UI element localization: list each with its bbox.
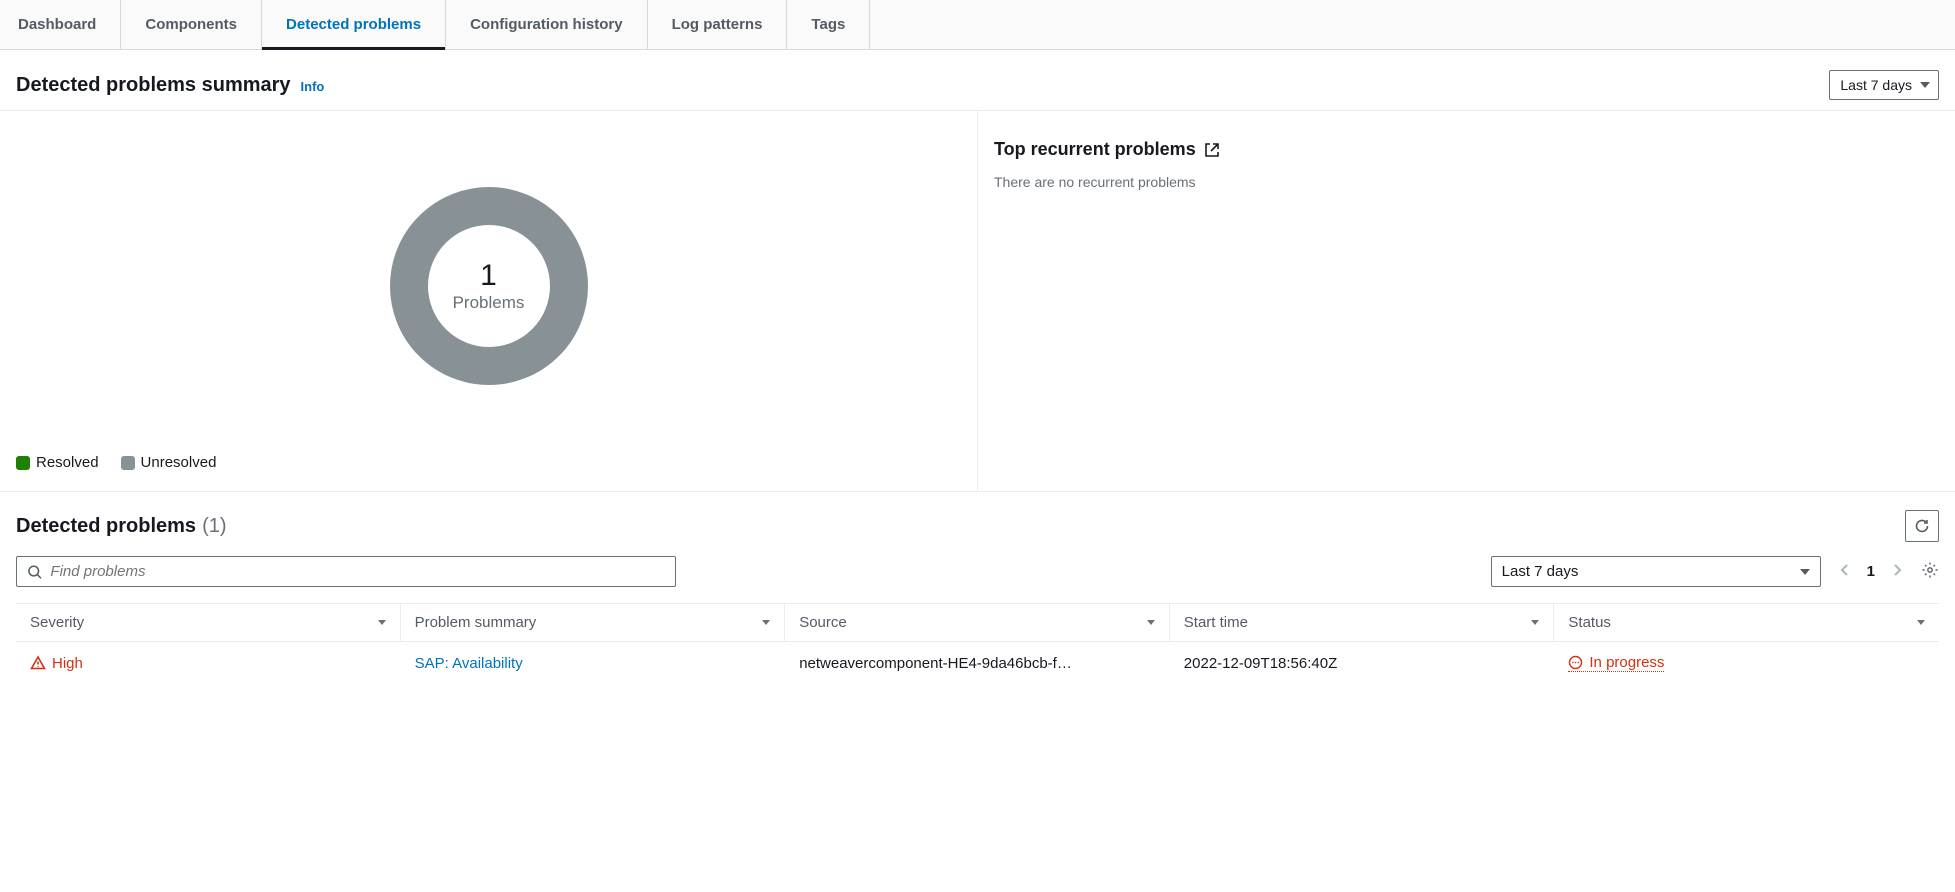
problem-summary-link[interactable]: SAP: Availability [415, 655, 523, 672]
external-link-icon[interactable] [1204, 142, 1220, 158]
search-icon [27, 564, 42, 580]
sort-icon [1531, 620, 1539, 625]
tab-log-patterns[interactable]: Log patterns [648, 0, 788, 49]
sort-icon [378, 620, 386, 625]
swatch-unresolved-icon [121, 456, 135, 470]
find-problems-input-wrap[interactable] [16, 556, 676, 587]
in-progress-icon [1568, 655, 1583, 670]
cell-severity: High [16, 643, 401, 684]
donut-count: 1 [453, 259, 525, 293]
page-number: 1 [1867, 563, 1875, 580]
tab-dashboard[interactable]: Dashboard [0, 0, 121, 49]
tab-components[interactable]: Components [121, 0, 262, 49]
problems-section: Detected problems (1) Last 7 days [0, 491, 1955, 684]
problems-table: Severity Problem summary Source Start ti… [16, 603, 1939, 684]
legend-resolved[interactable]: Resolved [16, 454, 99, 471]
donut-panel: 1 Problems Resolved Unresolved [0, 111, 977, 491]
sort-icon [1147, 620, 1155, 625]
pagination: 1 [1835, 559, 1907, 584]
problems-title: Detected problems (1) [16, 515, 227, 538]
summary-header: Detected problems summary Info Last 7 da… [0, 50, 1955, 111]
col-status[interactable]: Status [1554, 604, 1939, 641]
summary-time-range-select[interactable]: Last 7 days [1829, 70, 1939, 100]
sort-icon [1917, 620, 1925, 625]
page-next-button[interactable] [1887, 559, 1907, 584]
sort-icon [762, 620, 770, 625]
tab-tags[interactable]: Tags [787, 0, 870, 49]
legend-unresolved[interactable]: Unresolved [121, 454, 217, 471]
summary-body: 1 Problems Resolved Unresolved Top recur… [0, 111, 1955, 491]
table-row[interactable]: High SAP: Availability netweavercomponen… [16, 642, 1939, 684]
recurrent-panel: Top recurrent problems There are no recu… [977, 111, 1955, 491]
refresh-icon [1914, 518, 1930, 534]
col-severity[interactable]: Severity [16, 604, 401, 641]
swatch-resolved-icon [16, 456, 30, 470]
caret-down-icon [1800, 569, 1810, 575]
cell-start-time: 2022-12-09T18:56:40Z [1170, 643, 1555, 684]
table-settings-button[interactable] [1921, 561, 1939, 582]
col-summary[interactable]: Problem summary [401, 604, 786, 641]
problems-count: (1) [202, 515, 226, 538]
col-start-time[interactable]: Start time [1170, 604, 1555, 641]
chevron-right-icon [1891, 563, 1903, 577]
tab-bar: Dashboard Components Detected problems C… [0, 0, 1955, 50]
donut-legend: Resolved Unresolved [16, 454, 961, 471]
col-source[interactable]: Source [785, 604, 1170, 641]
recurrent-empty-text: There are no recurrent problems [994, 174, 1939, 190]
summary-title: Detected problems summary [16, 74, 291, 97]
recurrent-title: Top recurrent problems [994, 139, 1939, 160]
cell-source: netweavercomponent-HE4-9da46bcb-f… [785, 643, 1170, 684]
tab-configuration-history[interactable]: Configuration history [446, 0, 648, 49]
chevron-left-icon [1839, 563, 1851, 577]
warning-triangle-icon [30, 655, 46, 671]
refresh-button[interactable] [1905, 510, 1939, 542]
find-problems-input[interactable] [50, 563, 665, 580]
page-prev-button[interactable] [1835, 559, 1855, 584]
table-header-row: Severity Problem summary Source Start ti… [16, 603, 1939, 642]
cell-summary: SAP: Availability [401, 643, 786, 684]
donut-label: Problems [453, 293, 525, 313]
gear-icon [1921, 561, 1939, 579]
info-link[interactable]: Info [301, 79, 325, 94]
problems-time-range-select[interactable]: Last 7 days [1491, 556, 1821, 587]
caret-down-icon [1920, 82, 1930, 88]
problems-donut-chart: 1 Problems [389, 186, 589, 386]
cell-status: In progress [1554, 642, 1939, 684]
tab-detected-problems[interactable]: Detected problems [262, 0, 446, 49]
